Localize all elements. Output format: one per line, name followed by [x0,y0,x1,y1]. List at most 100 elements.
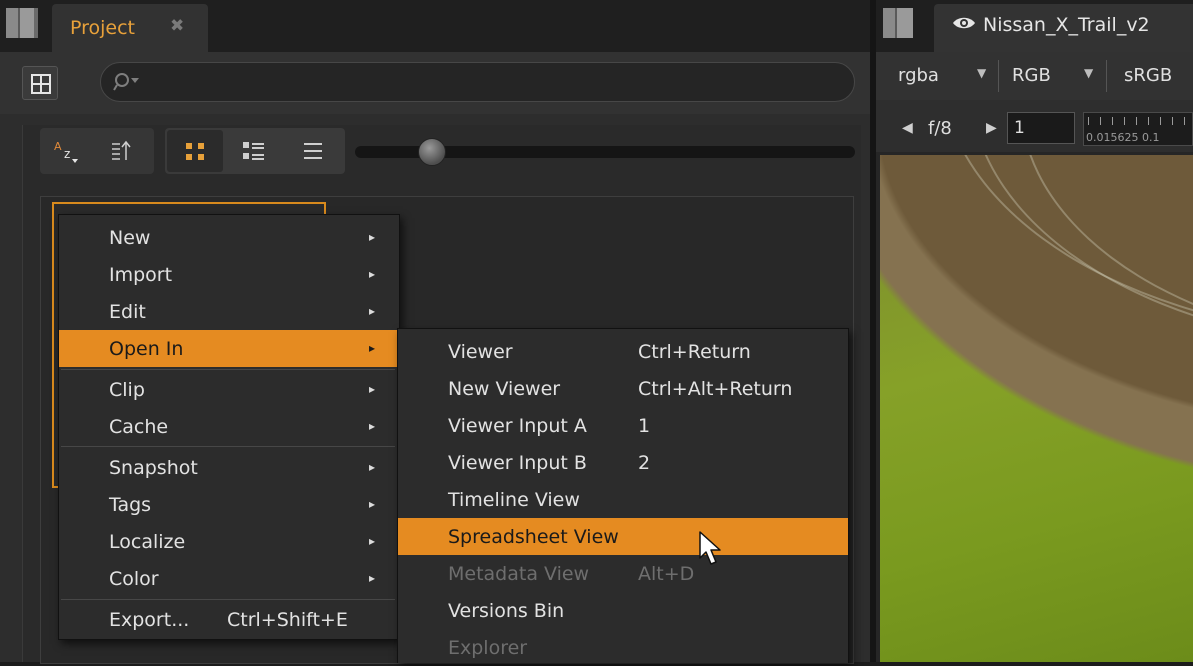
menu-item-open-in[interactable]: Open In ▸ [59,330,399,367]
menu-item-localize[interactable]: Localize ▸ [59,523,399,560]
layout-button[interactable] [22,66,58,100]
menu-item-spreadsheet-view[interactable]: Spreadsheet View [398,518,848,555]
channels-dropdown[interactable]: rgba [898,65,939,86]
panel-grip-icon[interactable] [883,8,913,38]
menu-item-label: New Viewer [448,378,561,400]
menu-item-label: Viewer [448,341,513,363]
menu-item-timeline-view[interactable]: Timeline View [398,481,848,518]
menu-item-label: Versions Bin [448,600,565,622]
menu-item-shortcut: Ctrl+Alt+Return [638,378,793,400]
menu-item-export[interactable]: Export... Ctrl+Shift+E [59,601,399,638]
svg-text:A: A [54,140,62,153]
menu-item-shortcut: 1 [638,415,651,437]
submenu-arrow-icon: ▸ [369,571,376,585]
menu-item-label: Viewer Input A [448,415,587,437]
fstop-increase-icon[interactable]: ▶ [986,120,997,136]
gain-ruler[interactable]: 0.015625 0.1 [1083,112,1193,146]
submenu-arrow-icon: ▸ [369,460,376,474]
ruler-ticks [1088,117,1192,125]
fstop-decrease-icon[interactable]: ◀ [902,120,913,136]
menu-item-shortcut: Alt+D [638,563,695,585]
submenu-arrow-icon: ▸ [369,230,376,244]
view-list-icon [304,143,322,159]
submenu-arrow-icon: ▸ [369,419,376,433]
menu-item-label: Export... [109,609,190,631]
menu-item-label: Tags [109,494,152,516]
mouse-pointer-icon [699,531,721,565]
menu-item-label: Spreadsheet View [448,526,619,548]
menu-item-label: Explorer [448,637,528,659]
menu-item-label: New [109,227,151,249]
image-track-line [1020,155,1193,349]
view-details-button[interactable] [226,130,282,172]
submenu-arrow-icon: ▸ [369,304,376,318]
menu-item-shortcut: 2 [638,452,651,474]
search-input[interactable] [100,62,855,102]
menu-item-label: Import [109,264,173,286]
menu-item-edit[interactable]: Edit ▸ [59,293,399,330]
menu-item-new[interactable]: New ▸ [59,219,399,256]
chevron-down-icon[interactable]: ▼ [977,66,986,80]
menu-item-new-viewer[interactable]: New Viewer Ctrl+Alt+Return [398,370,848,407]
menu-item-tags[interactable]: Tags ▸ [59,486,399,523]
menu-separator [61,599,395,600]
menu-item-metadata-view: Metadata View Alt+D [398,555,848,592]
menu-item-label: Localize [109,531,186,553]
menu-item-viewer[interactable]: Viewer Ctrl+Return [398,333,848,370]
menu-item-snapshot[interactable]: Snapshot ▸ [59,449,399,486]
menu-item-label: Viewer Input B [448,452,587,474]
fstop-value[interactable]: f/8 [928,118,952,139]
sort-order-icon [112,140,131,160]
menu-item-shortcut: Ctrl+Shift+E [227,609,348,631]
submenu-arrow-icon: ▸ [369,534,376,548]
submenu-arrow-icon: ▸ [369,267,376,281]
open-in-submenu: Viewer Ctrl+Return New Viewer Ctrl+Alt+R… [397,328,849,663]
menu-item-cache[interactable]: Cache ▸ [59,408,399,445]
svg-text:z: z [64,147,70,161]
submenu-arrow-icon: ▸ [369,341,376,355]
menu-item-label: Open In [109,338,184,360]
menu-item-label: Metadata View [448,563,590,585]
tab-project[interactable]: Project ✖ [52,4,208,52]
eye-icon[interactable] [952,14,976,32]
lut-dropdown[interactable]: sRGB [1124,65,1172,86]
view-details-icon [243,142,264,160]
menu-item-import[interactable]: Import ▸ [59,256,399,293]
menu-item-label: Edit [109,301,146,323]
panel-grip-icon[interactable] [6,8,38,38]
submenu-arrow-icon: ▸ [369,497,376,511]
menu-item-label: Snapshot [109,457,198,479]
menu-item-label: Cache [109,416,169,438]
menu-item-label: Color [109,568,159,590]
slider-handle[interactable] [418,138,446,166]
menu-item-versions-bin[interactable]: Versions Bin [398,592,848,629]
view-thumbnails-icon [186,143,204,160]
menu-item-viewer-input-a[interactable]: Viewer Input A 1 [398,407,848,444]
divider [998,60,999,92]
menu-item-shortcut: Ctrl+Return [638,341,751,363]
tab-project-label: Project [70,17,136,39]
menu-item-clip[interactable]: Clip ▸ [59,371,399,408]
colorspace-dropdown[interactable]: RGB [1012,65,1051,86]
submenu-arrow-icon: ▸ [369,382,376,396]
context-menu: New ▸ Import ▸ Edit ▸ Open In ▸ Clip ▸ C… [58,214,400,640]
menu-separator [61,446,395,447]
sort-alpha-button[interactable]: A z [42,130,92,172]
divider [1106,60,1107,92]
menu-separator [61,369,395,370]
sort-order-button[interactable] [100,130,150,172]
menu-item-viewer-input-b[interactable]: Viewer Input B 2 [398,444,848,481]
frame-input-value: 1 [1014,118,1025,138]
view-list-button[interactable] [285,130,341,172]
sort-alpha-icon: A z [54,140,78,163]
menu-item-color[interactable]: Color ▸ [59,560,399,597]
view-thumbnails-button[interactable] [167,130,223,172]
ruler-label: 0.015625 0.1 [1086,131,1160,144]
chevron-down-icon[interactable]: ▼ [1084,66,1093,80]
menu-item-label: Clip [109,379,145,401]
layout-grid-icon [31,74,51,94]
menu-item-explorer: Explorer [398,629,848,666]
search-icon[interactable] [113,71,143,93]
viewer-image[interactable] [880,155,1193,662]
tab-close-icon[interactable]: ✖ [170,16,184,36]
